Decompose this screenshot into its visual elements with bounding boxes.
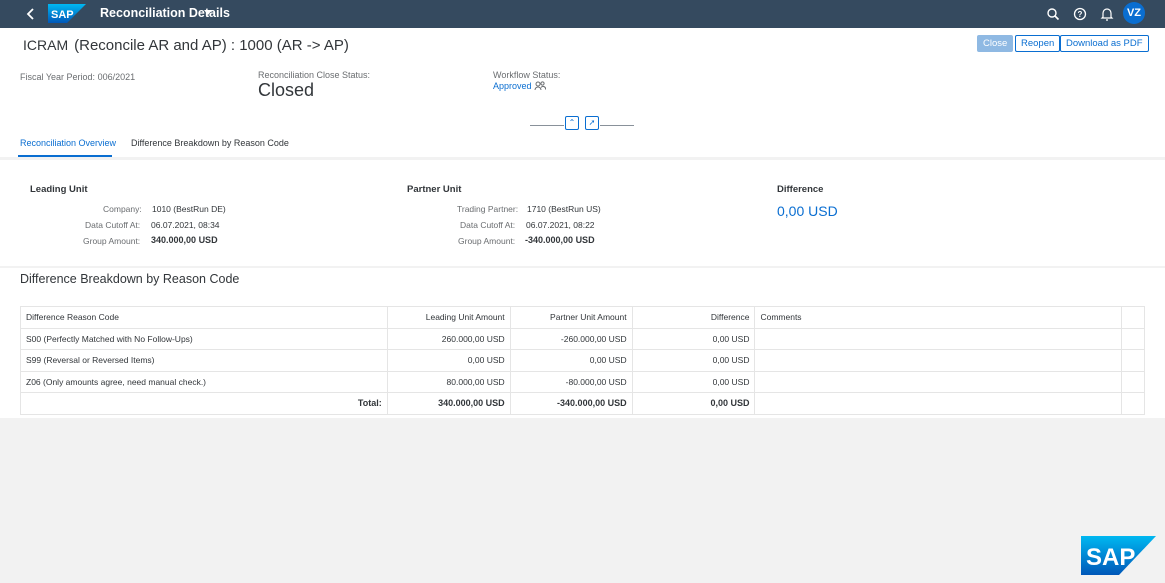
cell-leading-amount: 80.000,00 USD <box>387 371 511 393</box>
column-header-difference[interactable]: Difference <box>632 306 756 329</box>
partner-cutoff-value: 06.07.2021, 08:22 <box>526 220 595 230</box>
cell-reason: S99 (Reversal or Reversed Items) <box>20 349 388 372</box>
table-row[interactable]: S99 (Reversal or Reversed Items) 0,00 US… <box>20 349 1146 372</box>
cell-filler <box>1121 349 1146 372</box>
object-title: (Reconcile AR and AP) : 1000 (AR -> AP) <box>74 37 349 54</box>
svg-text:SAP: SAP <box>1086 544 1135 571</box>
leading-unit-title: Leading Unit <box>30 184 88 195</box>
cell-filler <box>1121 328 1146 350</box>
cell-partner-amount: -80.000,00 USD <box>510 371 633 393</box>
leading-cutoff-value: 06.07.2021, 08:34 <box>151 220 220 230</box>
download-pdf-button[interactable]: Download as PDF <box>1060 35 1149 52</box>
header-divider-left <box>530 125 564 126</box>
pin-header-icon[interactable]: ➚ <box>585 116 599 130</box>
total-leading-amount: 340.000,00 USD <box>387 392 511 415</box>
partner-trading-label: Trading Partner: <box>457 204 519 214</box>
search-icon[interactable] <box>1045 6 1061 22</box>
partner-cutoff-label: Data Cutoff At: <box>460 220 516 230</box>
table-row[interactable]: Z06 (Only amounts agree, need manual che… <box>20 371 1146 393</box>
difference-title: Difference <box>777 184 824 195</box>
leading-company-label: Company: <box>103 204 142 214</box>
object-header: ICRAM (Reconcile AR and AP) : 1000 (AR ->… <box>0 28 1165 157</box>
header-divider-right <box>600 125 634 126</box>
cell-difference: 0,00 USD <box>632 349 756 372</box>
table-row[interactable]: S00 (Perfectly Matched with No Follow-Up… <box>20 328 1146 350</box>
tab-reconciliation-overview[interactable]: Reconciliation Overview <box>20 138 116 148</box>
shell-bar: SAP Reconciliation Details ? VZ <box>0 0 1165 28</box>
total-difference: 0,00 USD <box>632 392 756 415</box>
help-icon[interactable]: ? <box>1072 6 1088 22</box>
workflow-status-link[interactable]: Approved <box>493 81 532 91</box>
cell-reason: Z06 (Only amounts agree, need manual che… <box>20 371 388 393</box>
leading-amount-value: 340.000,00 USD <box>151 235 218 245</box>
back-icon[interactable] <box>22 5 40 23</box>
breakdown-table: Difference Reason Code Leading Unit Amou… <box>20 306 1146 415</box>
total-label: Total: <box>20 392 388 415</box>
cell-difference: 0,00 USD <box>632 328 756 350</box>
workflow-people-icon[interactable] <box>534 80 546 92</box>
reopen-button[interactable]: Reopen <box>1015 35 1061 52</box>
cell-comments[interactable] <box>754 328 1122 350</box>
cell-partner-amount: 0,00 USD <box>510 349 633 372</box>
leading-amount-number: 340.000,00 <box>151 235 197 245</box>
sap-logo[interactable]: SAP <box>48 4 86 23</box>
reconciliation-overview-section: Leading Unit Company: 1010 (BestRun DE) … <box>0 160 1165 266</box>
tab-difference-breakdown[interactable]: Difference Breakdown by Reason Code <box>131 138 289 148</box>
cell-leading-amount: 0,00 USD <box>387 349 511 372</box>
column-header-comments[interactable]: Comments <box>754 306 1122 329</box>
column-header-reason[interactable]: Difference Reason Code <box>20 306 388 329</box>
object-code: ICRAM <box>23 37 69 53</box>
fiscal-year-label: Fiscal Year Period: <box>20 72 96 82</box>
difference-breakdown-section: Difference Breakdown by Reason Code Diff… <box>0 268 1165 418</box>
sap-corner-logo: SAP <box>1081 536 1156 575</box>
close-status-value: Closed <box>258 80 315 100</box>
total-comments <box>754 392 1122 415</box>
collapse-header-icon[interactable]: ⌃ <box>565 116 579 130</box>
cell-comments[interactable] <box>754 371 1122 393</box>
cell-leading-amount: 260.000,00 USD <box>387 328 511 350</box>
leading-amount-currency: USD <box>198 235 218 245</box>
leading-cutoff-label: Data Cutoff At: <box>85 220 141 230</box>
partner-amount-label: Group Amount: <box>458 236 516 246</box>
cell-comments[interactable] <box>754 349 1122 372</box>
fiscal-year-period: Fiscal Year Period: 006/2021 <box>20 72 135 82</box>
difference-value: 0,00 USD <box>777 203 838 219</box>
close-status-label: Reconciliation Close Status: <box>258 70 371 80</box>
svg-text:?: ? <box>1078 10 1083 19</box>
cell-reason: S00 (Perfectly Matched with No Follow-Up… <box>20 328 388 350</box>
column-header-leading-amount[interactable]: Leading Unit Amount <box>387 306 511 329</box>
close-button[interactable]: Close <box>977 35 1014 52</box>
total-row: Total: 340.000,00 USD -340.000,00 USD 0,… <box>20 392 1146 415</box>
page-title: ICRAM (Reconcile AR and AP) : 1000 (AR ->… <box>23 37 349 54</box>
column-header-filler <box>1121 306 1146 329</box>
title-dropdown-icon[interactable] <box>204 10 212 15</box>
total-partner-amount: -340.000,00 USD <box>510 392 633 415</box>
fiscal-year-value: 006/2021 <box>97 72 136 82</box>
leading-company-value: 1010 (BestRun DE) <box>152 204 226 214</box>
workflow-status-label: Workflow Status: <box>493 70 561 80</box>
cell-difference: 0,00 USD <box>632 371 756 393</box>
leading-amount-label: Group Amount: <box>83 236 141 246</box>
partner-trading-value: 1710 (BestRun US) <box>527 204 601 214</box>
column-header-partner-amount[interactable]: Partner Unit Amount <box>510 306 633 329</box>
user-avatar[interactable]: VZ <box>1123 2 1145 24</box>
partner-amount-value: -340.000,00 USD <box>525 235 595 245</box>
notifications-icon[interactable] <box>1099 6 1115 22</box>
svg-text:SAP: SAP <box>51 9 74 21</box>
cell-filler <box>1121 371 1146 393</box>
partner-unit-title: Partner Unit <box>407 184 462 195</box>
table-header-row: Difference Reason Code Leading Unit Amou… <box>20 306 1146 329</box>
breakdown-title: Difference Breakdown by Reason Code <box>20 272 240 286</box>
partner-amount-currency: USD <box>575 235 595 245</box>
active-tab-indicator <box>18 155 112 157</box>
partner-amount-number: -340.000,00 <box>525 235 574 245</box>
total-filler <box>1121 392 1146 415</box>
cell-partner-amount: -260.000,00 USD <box>510 328 633 350</box>
